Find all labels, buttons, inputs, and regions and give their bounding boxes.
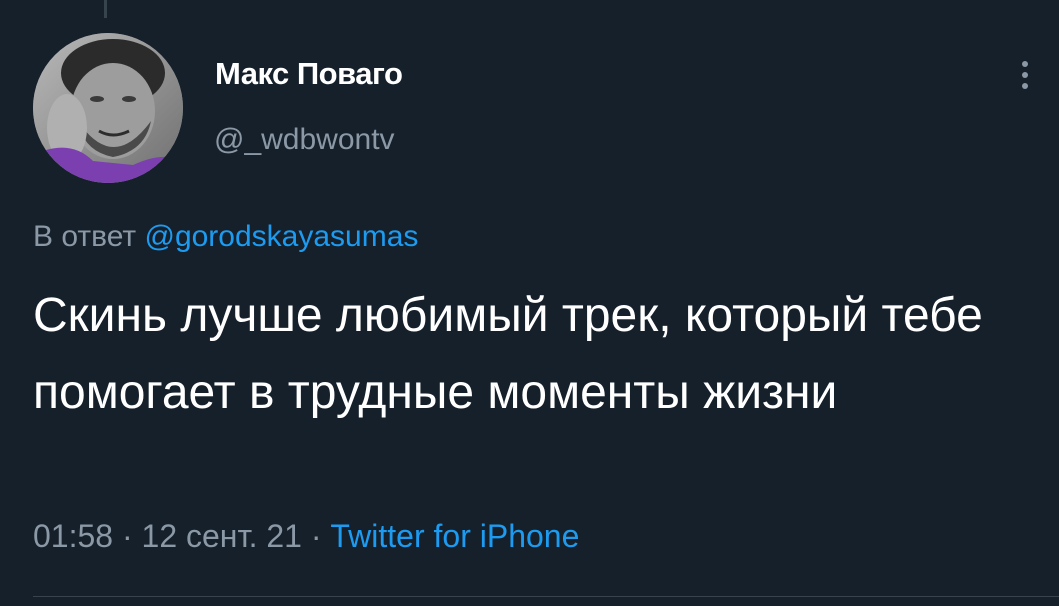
divider — [33, 596, 1059, 597]
tweet-source-link[interactable]: Twitter for iPhone — [330, 518, 579, 554]
more-options-icon[interactable] — [1013, 58, 1037, 98]
meta-separator: · — [121, 518, 133, 554]
thread-connector-line — [104, 0, 107, 18]
reply-mention-link[interactable]: @gorodskayasumas — [144, 220, 418, 253]
user-handle[interactable]: @_wdbwontv — [214, 123, 395, 157]
reply-prefix: В ответ — [33, 220, 137, 253]
avatar-photo-icon — [33, 33, 183, 183]
tweet-card: Макс Поваго @_wdbwontv В ответ @gorodska… — [0, 0, 1059, 606]
tweet-date[interactable]: 12 сент. 21 — [142, 518, 302, 554]
tweet-meta: 01:58 · 12 сент. 21 · Twitter for iPhone — [33, 518, 579, 555]
meta-separator: · — [310, 518, 322, 554]
display-name[interactable]: Макс Поваго — [215, 56, 403, 92]
tweet-time[interactable]: 01:58 — [33, 518, 113, 554]
tweet-text: Скинь лучше любимый трек, который тебе п… — [33, 289, 983, 419]
avatar[interactable] — [33, 33, 183, 183]
reply-context: В ответ @gorodskayasumas — [33, 220, 418, 254]
